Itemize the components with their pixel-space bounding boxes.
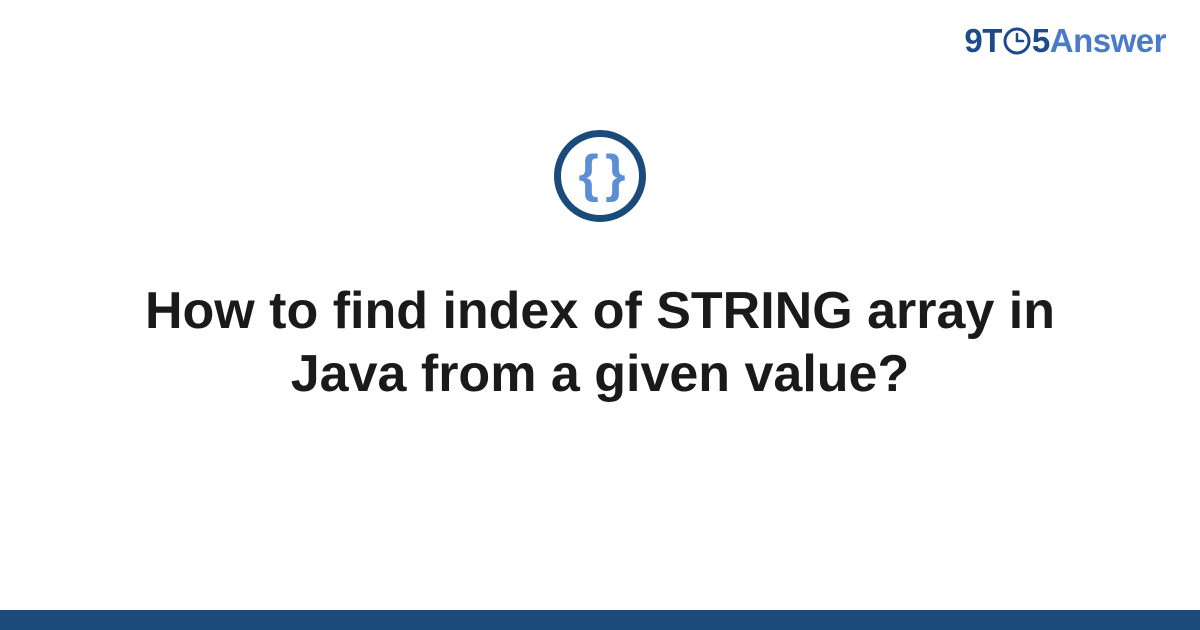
logo-text: 9T 5Answer: [964, 22, 1166, 59]
site-logo: 9T 5Answer: [964, 22, 1166, 63]
category-icon-ring: { }: [554, 130, 646, 222]
clock-icon: [1003, 25, 1031, 63]
logo-part-5: 5: [1032, 22, 1050, 59]
code-braces-icon: { }: [579, 148, 622, 200]
logo-part-9t: 9T: [964, 22, 1002, 59]
question-title: How to find index of STRING array in Jav…: [90, 280, 1110, 407]
main-content: { } How to find index of STRING array in…: [0, 130, 1200, 407]
logo-part-answer: Answer: [1050, 22, 1166, 59]
footer-bar: [0, 610, 1200, 630]
